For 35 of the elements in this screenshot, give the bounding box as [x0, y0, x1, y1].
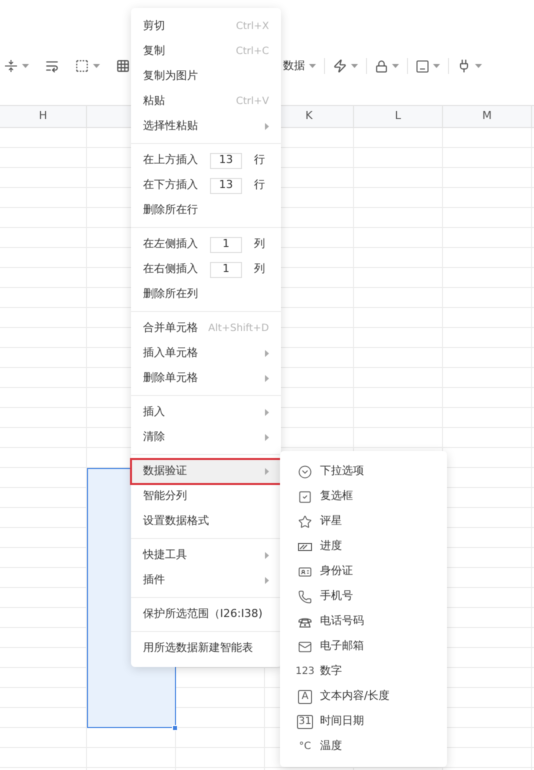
menu-label: 保护所选范围（I26:I38): [143, 606, 262, 622]
calendar-glyph: 31: [296, 714, 314, 728]
menu-label: 在左侧插入: [143, 236, 198, 252]
shortcut-label: Ctrl+X: [236, 20, 269, 34]
menu-label: 选择性粘贴: [143, 118, 198, 134]
menu-label: 在右侧插入: [143, 261, 198, 278]
shortcut-label: Alt+Shift+D: [208, 322, 269, 336]
shortcut-label: Ctrl+V: [236, 95, 269, 109]
text-glyph: A: [298, 690, 312, 704]
unit-label: 行: [254, 152, 265, 168]
shortcut-label: Ctrl+C: [236, 45, 269, 59]
menu-label: 快捷工具: [143, 547, 187, 564]
menu-label: 用所选数据新建智能表: [143, 640, 253, 656]
menu-label: 合并单元格: [143, 320, 198, 336]
menu-label: 在下方插入: [143, 177, 198, 194]
menu-label: 删除所在行: [143, 202, 198, 218]
menu-label: 清除: [143, 429, 165, 446]
unit-label: 列: [254, 236, 265, 252]
menu-label: 删除单元格: [143, 370, 198, 386]
menu-label: 插件: [143, 572, 165, 588]
menu-label: 粘贴: [143, 93, 165, 110]
menu-label: 插入: [143, 404, 165, 420]
unit-label: 行: [254, 177, 265, 194]
menu-label: 复制为图片: [143, 68, 198, 84]
menu-label: 插入单元格: [143, 345, 198, 362]
menu-label: 设置数据格式: [143, 513, 209, 530]
unit-label: 列: [254, 261, 265, 278]
menu-label: 在上方插入: [143, 152, 198, 168]
menu-label: 智能分列: [143, 488, 187, 504]
menu-label: 数据验证: [143, 463, 187, 480]
celsius-glyph: °C: [298, 740, 312, 754]
number-glyph: 123: [296, 665, 314, 678]
menu-label: 复制: [143, 43, 165, 60]
menu-label: 删除所在列: [143, 286, 198, 302]
menu-label: 剪切: [143, 18, 165, 34]
